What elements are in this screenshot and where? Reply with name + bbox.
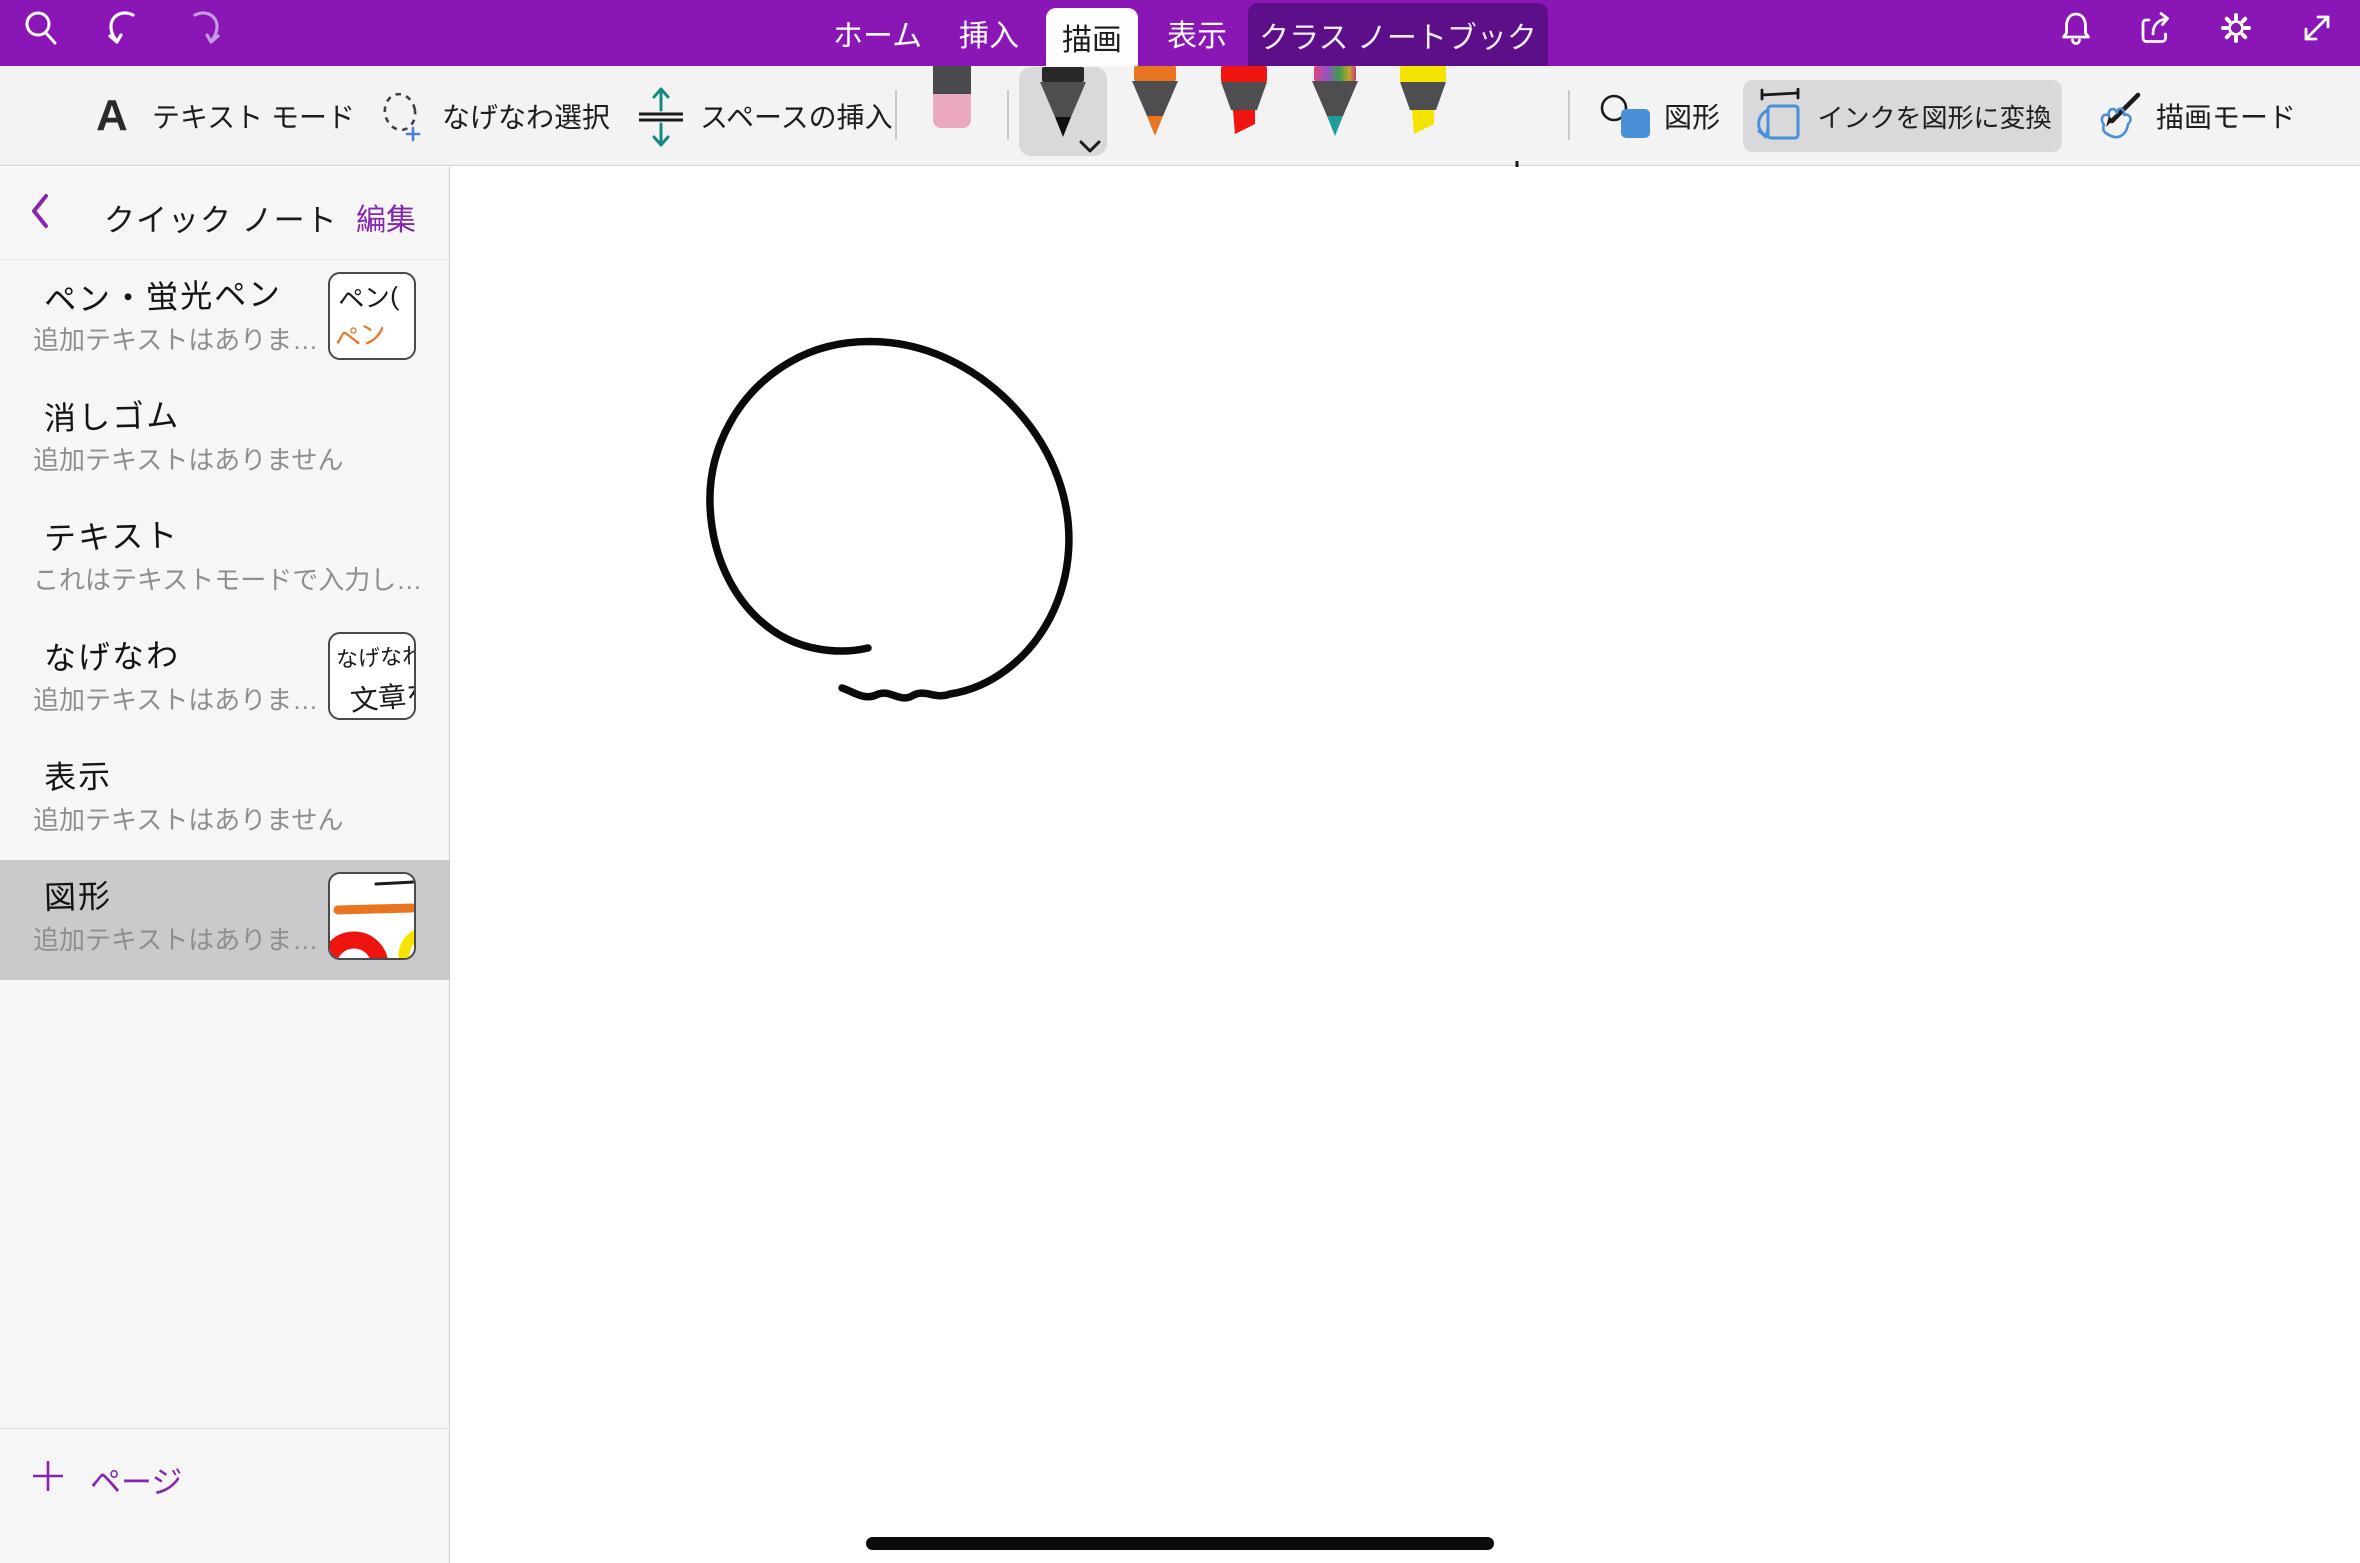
- toolbar-divider: [895, 90, 897, 140]
- page-subtitle: 追加テキストはありま…: [33, 920, 318, 957]
- lasso-select-button[interactable]: なげなわ選択: [442, 66, 610, 166]
- fullscreen-icon[interactable]: [2297, 8, 2337, 48]
- home-indicator-bar[interactable]: [866, 1537, 1494, 1550]
- shapes-icon[interactable]: [1600, 94, 1654, 140]
- page-title-ink: 消しゴム: [43, 390, 180, 440]
- settings-gear-icon[interactable]: [2216, 8, 2256, 48]
- black-pen-tool-selected[interactable]: [1019, 67, 1107, 156]
- eraser-body: [933, 94, 971, 128]
- thumb-ink-orange: ペン: [331, 312, 389, 357]
- draw-toolbar: A テキスト モード なげなわ選択 スペースの挿入: [0, 66, 2360, 166]
- text-mode-icon: A: [96, 66, 128, 166]
- thumb-ink-black: 文章を: [348, 672, 416, 719]
- page-subtitle: 追加テキストはありま…: [33, 680, 318, 717]
- ink-to-shape-button[interactable]: インクを図形に変換: [1743, 80, 2062, 152]
- page-title-ink: 図形: [43, 871, 112, 919]
- page-item-text[interactable]: テキスト これはテキストモードで入力し…: [0, 500, 450, 620]
- insert-space-button[interactable]: スペースの挿入: [700, 66, 893, 166]
- draw-mode-icon[interactable]: [2093, 92, 2141, 144]
- undo-icon[interactable]: [103, 8, 143, 48]
- yellow-highlighter-tool[interactable]: [1398, 66, 1448, 137]
- sidebar-header: クイック ノート 編集: [0, 167, 450, 260]
- add-page-button[interactable]: ページ: [0, 1428, 450, 1563]
- bell-icon[interactable]: [2056, 8, 2096, 48]
- page-title-ink: テキスト: [43, 510, 179, 560]
- page-thumbnail: ペン( ペン: [328, 272, 416, 360]
- page-item-shapes-selected[interactable]: 図形 追加テキストはありま…: [0, 860, 450, 980]
- back-chevron-icon[interactable]: [30, 193, 50, 229]
- lasso-select-icon[interactable]: [380, 90, 428, 144]
- top-ribbon-bar: ホーム 挿入 描画 表示 クラス ノートブック: [0, 0, 2360, 66]
- chevron-down-icon[interactable]: [1079, 140, 1101, 153]
- thumb-ink-black: ペン(: [337, 276, 400, 317]
- redo-icon[interactable]: [185, 8, 225, 48]
- note-canvas[interactable]: [451, 167, 2360, 1563]
- page-item-pen-highlighter[interactable]: ペン・蛍光ペン 追加テキストはありま… ペン( ペン: [0, 260, 450, 380]
- edit-button[interactable]: 編集: [356, 195, 416, 239]
- draw-mode-button[interactable]: 描画モード: [2156, 66, 2296, 166]
- eraser-tool[interactable]: [933, 66, 971, 128]
- onenote-app-window: ホーム 挿入 描画 表示 クラス ノートブック A テキスト モ: [0, 0, 2360, 1563]
- ink-to-shape-icon: [1753, 88, 1803, 144]
- page-thumbnail: なげなわ 文章を: [328, 632, 416, 720]
- search-icon[interactable]: [21, 8, 61, 48]
- add-page-label: ページ: [90, 1457, 182, 1502]
- page-item-eraser[interactable]: 消しゴム 追加テキストはありません: [0, 380, 450, 500]
- insert-space-icon[interactable]: [638, 86, 684, 148]
- plus-icon: [33, 1461, 63, 1491]
- toolbar-divider: [1568, 90, 1570, 140]
- page-item-lasso[interactable]: なげなわ 追加テキストはありま… なげなわ 文章を: [0, 620, 450, 740]
- thumb-ink-shapes: [330, 874, 416, 960]
- page-title-ink: なげなわ: [43, 630, 180, 680]
- page-thumbnail: [328, 872, 416, 960]
- thumb-ink-black: なげなわ: [335, 638, 416, 675]
- orange-pen-tool[interactable]: [1130, 66, 1180, 137]
- notebook-title: クイック ノート: [104, 195, 338, 240]
- page-subtitle: 追加テキストはありま…: [33, 320, 318, 357]
- page-subtitle: 追加テキストはありません: [33, 440, 343, 477]
- page-subtitle: これはテキストモードで入力し…: [33, 560, 422, 597]
- share-icon[interactable]: [2135, 8, 2175, 48]
- black-pen-icon: [1038, 67, 1088, 138]
- tab-draw-active[interactable]: 描画: [1046, 8, 1138, 66]
- rainbow-pen-tool[interactable]: [1310, 66, 1360, 137]
- page-title-ink: ペン・蛍光ペン: [43, 269, 282, 321]
- tab-view[interactable]: 表示: [1167, 0, 1227, 66]
- tab-class-notebook[interactable]: クラス ノートブック: [1248, 3, 1548, 66]
- red-highlighter-tool[interactable]: [1219, 66, 1269, 137]
- text-mode-button[interactable]: テキスト モード: [152, 66, 355, 166]
- ink-to-shape-label: インクを図形に変換: [1817, 98, 2051, 135]
- tab-home[interactable]: ホーム: [833, 0, 922, 66]
- page-title-ink: 表示: [43, 751, 112, 799]
- tab-insert[interactable]: 挿入: [959, 0, 1019, 66]
- toolbar-divider: [1007, 90, 1009, 140]
- page-list-sidebar: クイック ノート 編集 ペン・蛍光ペン 追加テキストはありま… ペン( ペン 消…: [0, 167, 450, 1563]
- shapes-button[interactable]: 図形: [1664, 66, 1720, 166]
- eraser-top: [933, 66, 971, 94]
- page-item-view[interactable]: 表示 追加テキストはありません: [0, 740, 450, 860]
- page-subtitle: 追加テキストはありません: [33, 800, 343, 837]
